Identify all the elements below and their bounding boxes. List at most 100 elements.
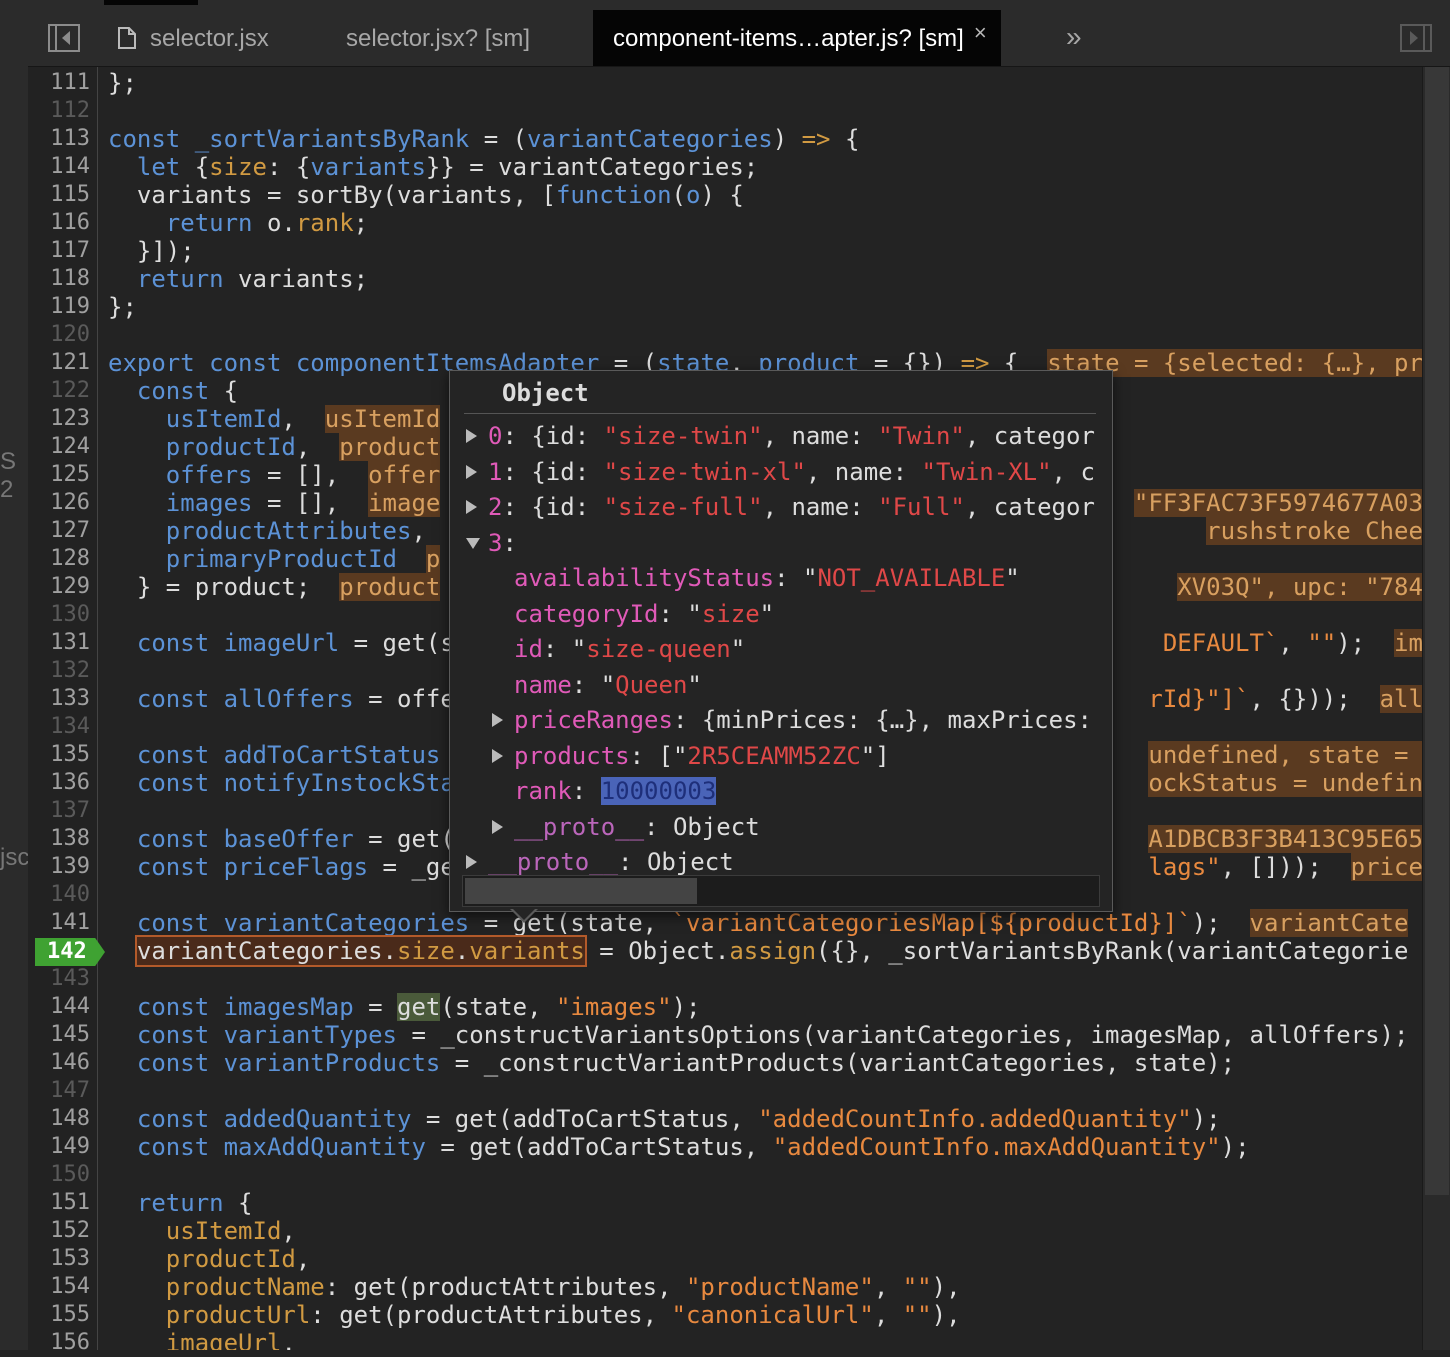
expand-arrow-icon[interactable] — [492, 713, 503, 727]
expand-arrow-icon[interactable] — [492, 748, 503, 763]
line-number[interactable]: 120 — [28, 321, 90, 349]
code-line: variantCategories.size.variants = Object… — [134, 935, 1409, 967]
tab-selector-jsx-sm[interactable]: selector.jsx? [sm] — [346, 10, 530, 66]
line-number[interactable]: 117 — [28, 237, 90, 265]
tab-selector-jsx[interactable]: selector.jsx — [118, 10, 269, 66]
expand-arrow-icon[interactable] — [466, 500, 477, 514]
scrollbar-thumb[interactable] — [1425, 67, 1449, 1195]
tab-bar: selector.jsx selector.jsx? [sm] componen… — [28, 0, 1450, 67]
popup-pointer-fill — [512, 908, 536, 920]
tab-component-items-adapter[interactable]: component-items…apter.js? [sm] × — [593, 10, 1001, 66]
line-number[interactable]: 130 — [28, 601, 90, 629]
code-line: productId, — [165, 1245, 311, 1273]
code-line: productId, product — [165, 433, 441, 461]
line-number[interactable]: 127 — [28, 517, 90, 545]
line-number[interactable]: 143 — [28, 965, 90, 993]
line-number[interactable]: 154 — [28, 1273, 90, 1301]
line-number[interactable]: 151 — [28, 1189, 90, 1217]
line-number[interactable]: 140 — [28, 881, 90, 909]
line-number[interactable]: 119 — [28, 293, 90, 321]
line-number[interactable]: 139 — [28, 853, 90, 881]
object-property-row[interactable]: __proto__: Object — [488, 845, 734, 879]
line-number[interactable]: 126 — [28, 489, 90, 517]
line-number[interactable]: 155 — [28, 1301, 90, 1329]
collapse-arrow-icon[interactable] — [466, 537, 480, 549]
code-line: offers = [], offer — [165, 461, 441, 489]
line-number[interactable]: 137 — [28, 797, 90, 825]
tab-label: selector.jsx? [sm] — [346, 25, 531, 52]
code-line: return { — [136, 1189, 253, 1217]
code-line: const variantProducts = _constructVarian… — [136, 1049, 1236, 1077]
code-line: }; — [108, 293, 137, 321]
expand-arrow-icon[interactable] — [466, 855, 477, 869]
tab-label: selector.jsx — [150, 25, 269, 52]
line-number[interactable]: 124 — [28, 433, 90, 461]
expand-arrow-icon[interactable] — [492, 819, 503, 834]
object-property-row[interactable]: __proto__: Object — [514, 810, 760, 844]
object-property-row: rank: 10000003 — [514, 777, 717, 805]
close-tab-icon[interactable]: × — [974, 20, 987, 45]
line-number[interactable]: 128 — [28, 545, 90, 573]
code-line: const variantCategories = get(state, `va… — [136, 909, 1409, 937]
line-number[interactable]: 116 — [28, 209, 90, 237]
line-number[interactable]: 121 — [28, 349, 90, 377]
object-property-row[interactable]: 1: {id: "size-twin-xl", name: "Twin-XL",… — [488, 455, 1095, 489]
line-number[interactable]: 138 — [28, 825, 90, 853]
code-line: productName: get(productAttributes, "pro… — [165, 1273, 961, 1301]
line-number[interactable]: 156 — [28, 1329, 90, 1357]
line-number[interactable]: 118 — [28, 265, 90, 293]
line-number[interactable]: 114 — [28, 153, 90, 181]
toggle-navigator-icon[interactable] — [48, 24, 80, 52]
object-property-row: categoryId: "size" — [514, 599, 775, 628]
editor-vertical-scrollbar[interactable] — [1422, 67, 1450, 1350]
line-number[interactable]: 134 — [28, 713, 90, 741]
tab-overflow-icon[interactable]: » — [1066, 8, 1082, 64]
line-number[interactable]: 153 — [28, 1245, 90, 1273]
line-number[interactable]: 148 — [28, 1105, 90, 1133]
tab-label: component-items…apter.js? [sm] — [613, 25, 964, 52]
object-property-row: name: "Queen" — [514, 670, 702, 699]
line-number[interactable]: 129 — [28, 573, 90, 601]
line-number[interactable]: 132 — [28, 657, 90, 685]
code-line: let {size: {variants}} = variantCategori… — [136, 153, 759, 181]
toggle-debugger-icon[interactable] — [1400, 24, 1432, 52]
line-number[interactable]: 147 — [28, 1077, 90, 1105]
breakpoint-marker[interactable]: 142 — [35, 938, 105, 966]
expand-arrow-icon[interactable] — [466, 464, 477, 479]
code-line: }]); — [108, 237, 195, 265]
line-number[interactable]: 122 — [28, 377, 90, 405]
object-property-row[interactable]: 2: {id: "size-full", name: "Full", categ… — [488, 490, 1095, 524]
line-number[interactable]: 111 — [28, 69, 90, 97]
line-number[interactable]: 115 — [28, 181, 90, 209]
code-line: const addedQuantity = get(addToCartStatu… — [136, 1105, 1221, 1133]
line-number[interactable]: 141 — [28, 909, 90, 937]
object-property-row[interactable]: 0: {id: "size-twin", name: "Twin", categ… — [488, 419, 1095, 453]
popup-divider — [464, 413, 1096, 414]
popup-horizontal-scrollbar[interactable] — [462, 875, 1100, 907]
popup-scrollbar-thumb[interactable] — [465, 878, 697, 904]
line-number[interactable]: 125 — [28, 461, 90, 489]
line-number[interactable]: 112 — [28, 97, 90, 125]
code-line: productUrl: get(productAttributes, "cano… — [165, 1301, 961, 1329]
line-number[interactable]: 152 — [28, 1217, 90, 1245]
object-property-row[interactable]: products: ["2R5CEAMM52ZC"] — [514, 739, 890, 773]
object-property-row[interactable]: priceRanges: {minPrices: {…}, maxPrices: — [514, 703, 1092, 737]
expand-arrow-icon[interactable] — [466, 429, 477, 443]
line-number[interactable]: 136 — [28, 769, 90, 797]
line-number[interactable]: 123 — [28, 405, 90, 433]
line-number[interactable]: 131 — [28, 629, 90, 657]
code-line: }; — [108, 69, 137, 97]
object-property-row: id: "size-queen" — [514, 635, 746, 663]
object-property-row[interactable]: 3: — [488, 526, 517, 560]
popup-title: Object — [502, 379, 589, 407]
line-number[interactable]: 150 — [28, 1161, 90, 1189]
line-number[interactable]: 145 — [28, 1021, 90, 1049]
line-number[interactable]: 133 — [28, 685, 90, 713]
variable-preview-popup: Object 0: {id: "size-twin", name: "Twin"… — [449, 370, 1113, 923]
line-number[interactable]: 146 — [28, 1049, 90, 1077]
line-number[interactable]: 149 — [28, 1133, 90, 1161]
line-number[interactable]: 135 — [28, 741, 90, 769]
line-number[interactable]: 144 — [28, 993, 90, 1021]
left-sidebar-panel: S 2 jsc — [0, 0, 29, 1350]
line-number[interactable]: 113 — [28, 125, 90, 153]
